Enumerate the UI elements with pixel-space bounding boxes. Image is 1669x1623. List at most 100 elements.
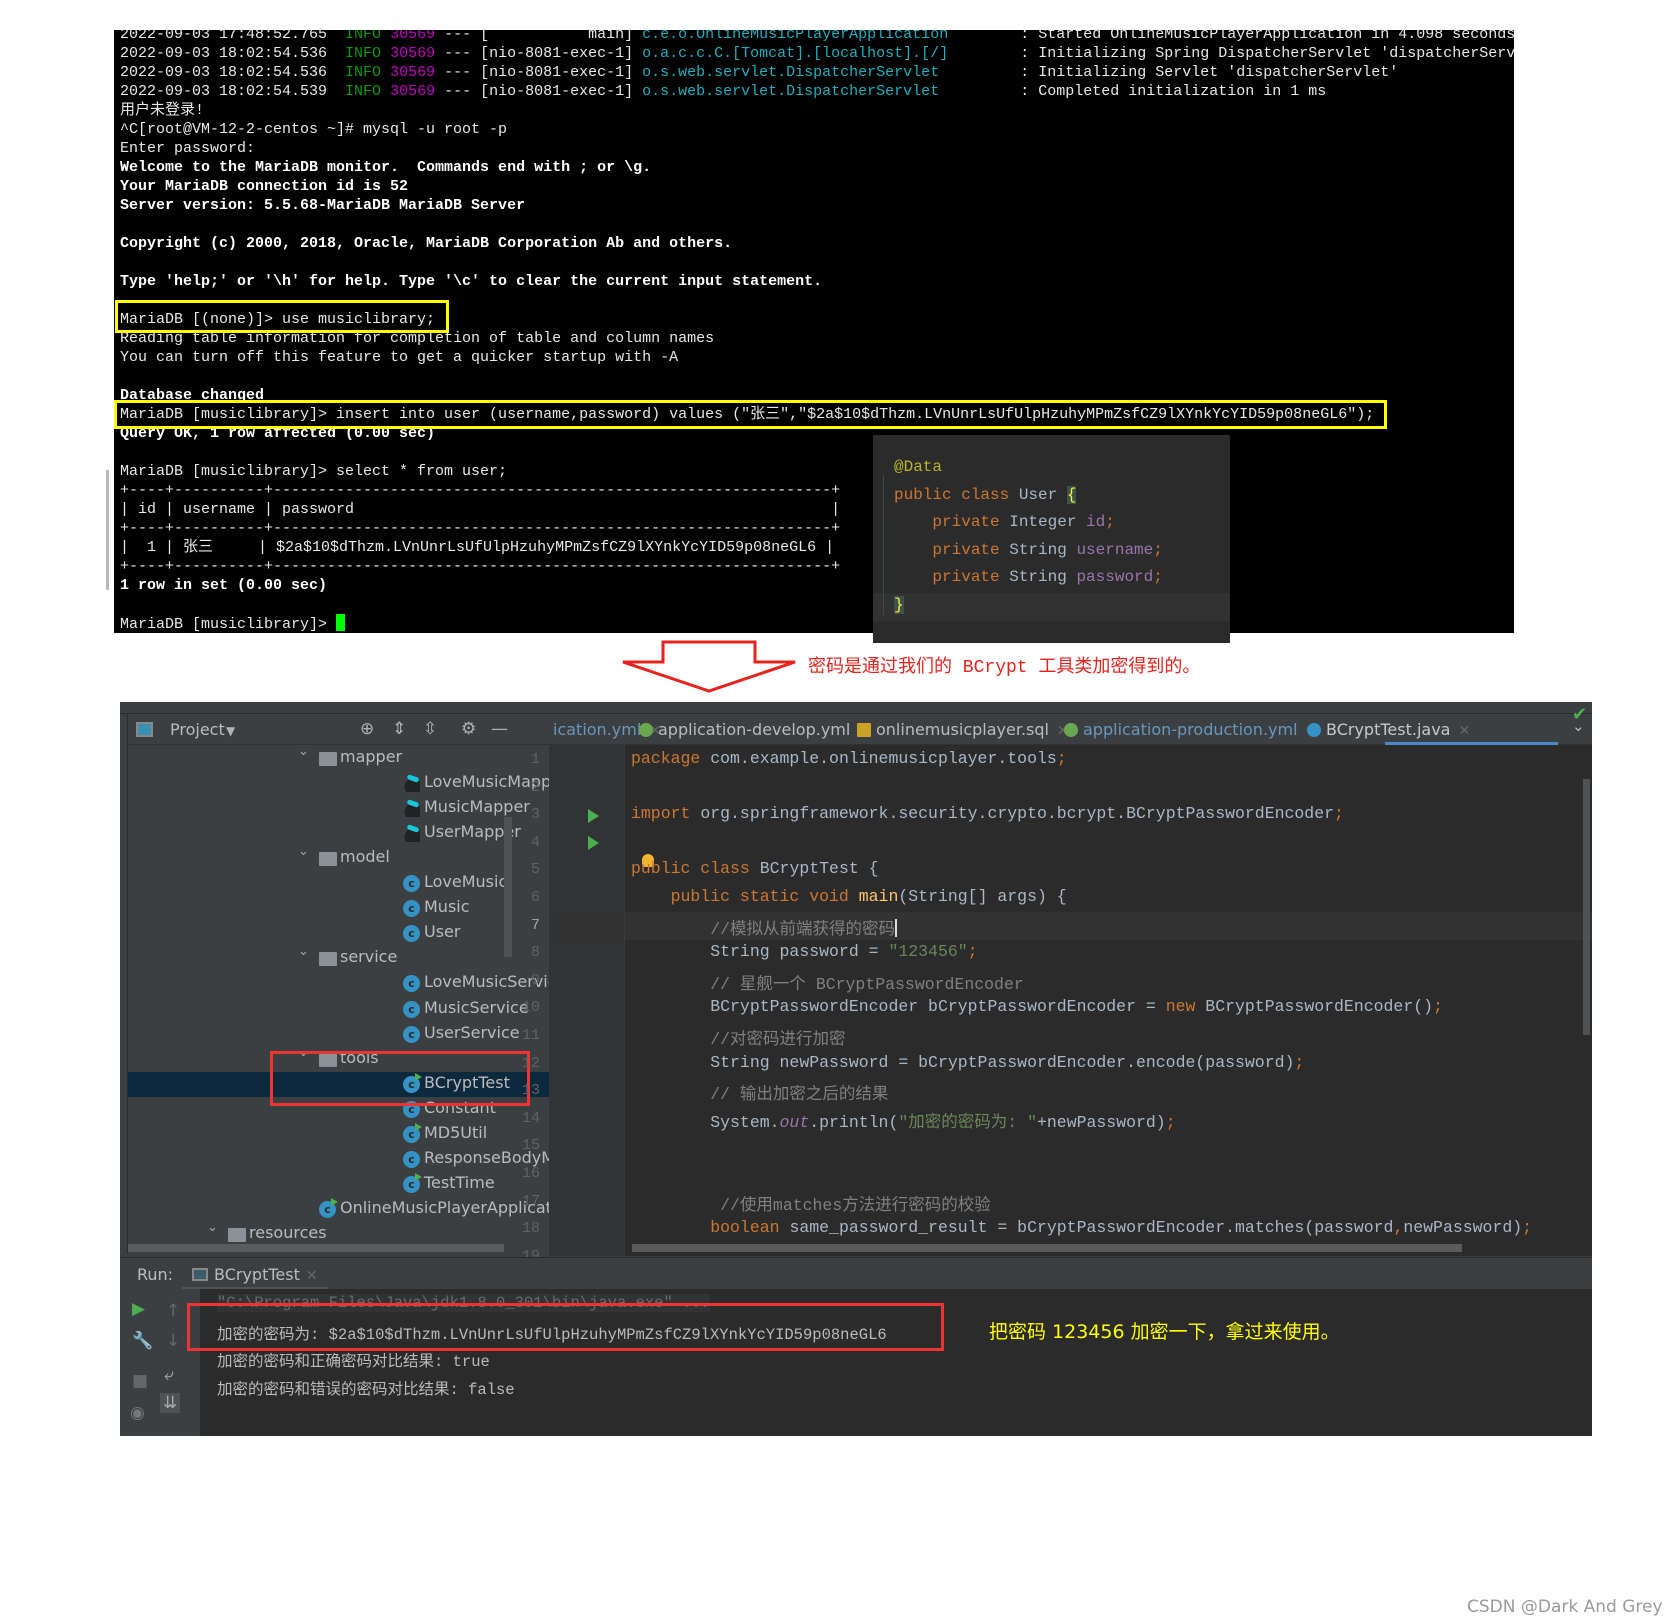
tree-item-lovemusicservice[interactable]: c LoveMusicService: [128, 971, 566, 996]
code-line: String newPassword = bCryptPasswordEncod…: [631, 1053, 1304, 1072]
tab-label: application-develop.yml: [658, 720, 851, 739]
rerun-icon[interactable]: ▶: [132, 1299, 145, 1319]
tab-bcrypttest-java[interactable]: BCryptTest.java ✕: [1307, 720, 1470, 739]
code-line: import org.springframework.security.cryp…: [631, 804, 1344, 823]
tab-onlinemusicplayer-sql[interactable]: onlinemusicplayer.sql ✕: [857, 720, 1069, 739]
highlight-box-bcrypttest: [270, 1051, 530, 1106]
code-token: new: [1165, 997, 1206, 1017]
code-line: //模拟从前端获得的密码: [631, 915, 898, 939]
tree-item-musicmapper[interactable]: MusicMapper: [128, 796, 549, 821]
code-line: //使用matches方法进行密码的校验: [631, 1191, 991, 1215]
run-main-icon[interactable]: [588, 836, 599, 850]
tab-label: application-production.yml: [1083, 720, 1298, 739]
tree-item-testtime[interactable]: c TestTime: [128, 1172, 549, 1197]
spring-config-icon: [639, 723, 653, 737]
chevron-down-icon[interactable]: ⌄: [298, 844, 309, 859]
tab-application-develop-yml[interactable]: application-develop.yml✕: [639, 720, 870, 739]
project-horizontal-scrollbar[interactable]: [128, 1244, 504, 1252]
line-number: 13: [521, 1082, 540, 1100]
tree-item-music[interactable]: c Music: [128, 896, 549, 921]
line-number: 7: [530, 916, 540, 934]
terminal-text: +----+----------+-----------------------…: [120, 482, 841, 500]
highlight-box-use-db: [115, 300, 449, 333]
code-token: //对密码进行加密: [631, 1030, 846, 1049]
tool-window-strip[interactable]: [120, 714, 128, 1254]
tree-item-onlinemusicplayerapplicatio[interactable]: c OnlineMusicPlayerApplicatio: [128, 1197, 566, 1222]
locate-file-icon[interactable]: ⊕: [360, 719, 374, 739]
tree-item-label: LoveMusicMapper: [424, 772, 568, 792]
code-token: private: [894, 540, 1010, 559]
run-tab-bcrypttest[interactable]: BCryptTest ✕: [182, 1258, 328, 1290]
code-token: public class: [631, 859, 760, 879]
tree-item-model[interactable]: ⌄ model: [128, 844, 549, 871]
project-view-selector[interactable]: Project: [170, 720, 225, 739]
tree-item-usermapper[interactable]: UserMapper: [128, 821, 549, 846]
terminal-line: | id | username | password |: [120, 500, 1514, 519]
terminal-line: 2022-09-03 18:02:54.536 INFO 30569 --- […: [120, 63, 1514, 82]
tree-item-label: MD5Util: [424, 1122, 488, 1142]
tree-item-md5util[interactable]: c MD5Util: [128, 1122, 549, 1147]
tree-item-musicservice[interactable]: c MusicService: [128, 997, 549, 1022]
chevron-down-icon[interactable]: ⌄: [298, 744, 309, 759]
hide-panel-icon[interactable]: —: [491, 719, 508, 739]
down-arrow-icon: [622, 640, 796, 693]
tree-item-label: LoveMusic: [424, 872, 508, 892]
code-line: String password = "123456";: [631, 942, 977, 961]
runnable-badge-icon: [415, 1172, 422, 1181]
tree-item-responsebodymessage[interactable]: c ResponseBodyMessage: [128, 1147, 611, 1172]
editor-horizontal-scrollbar[interactable]: [632, 1244, 1462, 1252]
code-token: @Data: [894, 458, 943, 476]
scroll-to-end-icon[interactable]: ⇊: [160, 1393, 181, 1413]
scroll-up-icon[interactable]: ↑: [166, 1301, 180, 1321]
code-token: org.springframework.security.crypto.bcry…: [700, 804, 1335, 824]
tab-application-production-yml[interactable]: application-production.yml✕: [1064, 720, 1317, 739]
tree-item-mapper[interactable]: ⌄ mapper: [128, 744, 549, 771]
terminal-line: Server version: 5.5.68-MariaDB MariaDB S…: [120, 196, 1514, 215]
expand-all-icon[interactable]: ⇕: [392, 719, 406, 739]
terminal-text: 30569: [390, 30, 436, 43]
collapse-all-icon[interactable]: ⇳: [423, 719, 437, 739]
tree-item-user[interactable]: c User: [128, 921, 549, 946]
scroll-down-icon[interactable]: ↓: [166, 1331, 180, 1351]
run-tab-label: BCryptTest: [214, 1265, 300, 1284]
terminal-text: | 1 | 张三 | $2a$10$dThzm.LVnUnrLsUfUlpHzu…: [120, 539, 835, 557]
code-token: String newPassword = bCryptPasswordEncod…: [631, 1052, 1295, 1072]
code-token: // 星舰一个 BCryptPasswordEncoder: [631, 974, 1024, 994]
annotation-bcrypt-note: 密码是通过我们的 BCrypt 工具类加密得到的。: [808, 658, 1201, 678]
terminal-line: ^C[root@VM-12-2-centos ~]# mysql -u root…: [120, 120, 1514, 139]
tree-item-service[interactable]: ⌄ service: [128, 944, 549, 971]
gear-icon[interactable]: ⚙: [461, 719, 476, 739]
folder-icon: [319, 952, 337, 967]
run-class-icon[interactable]: [588, 809, 599, 823]
folder-icon: [319, 752, 337, 766]
close-icon[interactable]: ✕: [1458, 723, 1470, 739]
close-icon[interactable]: ✕: [306, 1268, 318, 1284]
stop-icon[interactable]: ■: [132, 1371, 148, 1391]
terminal-text: | id | username | password |: [120, 501, 841, 519]
soft-wrap-icon[interactable]: ⤶: [164, 1365, 174, 1385]
mybatis-mapper-icon: [403, 775, 420, 793]
code-token: ;: [1522, 1218, 1533, 1238]
terminal-text: Your MariaDB connection id is 52: [120, 178, 409, 196]
chevron-down-icon[interactable]: ⌄: [207, 1220, 218, 1235]
tree-item-lovemusicmapper[interactable]: LoveMusicMapper: [128, 771, 568, 796]
camera-icon[interactable]: ◉: [130, 1403, 145, 1423]
editor-gutter: [549, 745, 624, 1256]
wrench-icon[interactable]: 🔧: [132, 1331, 153, 1351]
terminal-text: MariaDB [musiclibrary]> select * from us…: [120, 463, 508, 481]
tree-item-lovemusic[interactable]: c LoveMusic: [128, 871, 549, 896]
tree-item-userservice[interactable]: c UserService: [128, 1022, 549, 1047]
terminal-line: Copyright (c) 2000, 2018, Oracle, MariaD…: [120, 234, 1514, 253]
dropdown-arrow-icon[interactable]: ▼: [226, 724, 235, 738]
code-token: private: [894, 513, 1010, 532]
chevron-down-icon[interactable]: ⌄: [298, 944, 309, 959]
code-token: private: [894, 568, 1010, 587]
code-line: public class User {: [894, 482, 1077, 508]
terminal-line: 2022-09-03 18:02:54.539 INFO 30569 --- […: [120, 82, 1514, 101]
terminal-text: MariaDB [musiclibrary]>: [120, 616, 337, 633]
editor-vertical-scrollbar[interactable]: [1583, 779, 1590, 1035]
terminal-scrollbar[interactable]: [106, 470, 109, 590]
watermark: CSDN @Dark And Grey: [1467, 1597, 1663, 1617]
